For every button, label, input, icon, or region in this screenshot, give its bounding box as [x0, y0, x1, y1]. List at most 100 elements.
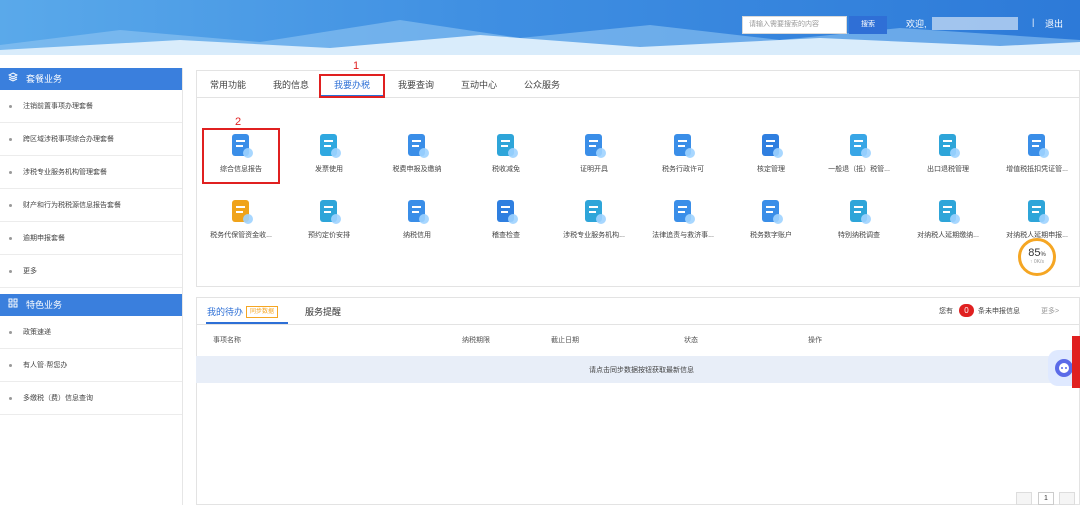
function-item[interactable]: 特别纳税调查 [818, 198, 900, 240]
investigation-icon [845, 198, 873, 226]
function-item[interactable]: 纳税信用 [376, 198, 458, 240]
function-item[interactable]: 对纳税人延期申报... [996, 198, 1078, 240]
unfiled-count-badge: 0 [959, 304, 974, 317]
sidebar-item[interactable]: 有人管·帮您办 [0, 349, 182, 382]
function-item[interactable]: 涉税专业服务机构... [553, 198, 635, 240]
function-panel [196, 70, 1080, 287]
sidebar-item[interactable]: 逾期申报套餐 [0, 222, 182, 255]
sync-data-button[interactable]: 同步数据 [246, 306, 279, 318]
next-page-button[interactable] [1059, 492, 1075, 505]
sidebar-item[interactable]: 多缴税（费）信息查询 [0, 382, 182, 415]
function-item[interactable]: 发票使用 [288, 132, 370, 174]
sidebar-item[interactable]: 财产和行为税税源信息报告套餐 [0, 189, 182, 222]
notice-prefix: 您有 [939, 308, 953, 315]
search-button[interactable]: 搜索 [849, 16, 887, 34]
page-number[interactable]: 1 [1038, 492, 1054, 505]
function-label: 税务行政许可 [662, 166, 704, 173]
welcome-text: 欢迎, [906, 19, 927, 29]
function-label: 综合信息报告 [220, 166, 262, 173]
tab-my-todo[interactable]: 我的待办 [207, 305, 243, 318]
function-item[interactable]: 一般退（抵）税管... [818, 132, 900, 174]
bullet-icon [9, 203, 12, 207]
column-header: 状态 [684, 337, 698, 344]
function-item[interactable]: 税务行政许可 [642, 132, 724, 174]
sidebar-item[interactable]: 涉税专业服务机构管理套餐 [0, 156, 182, 189]
speed-value: ↑ 0K/s [1030, 259, 1044, 265]
speed-percent-unit: % [1040, 252, 1046, 258]
section-special-header[interactable]: 特色业务 [0, 294, 182, 316]
todo-tabs-divider [196, 324, 1080, 325]
tab-my-info[interactable]: 我的信息 [273, 78, 309, 91]
function-item[interactable]: 核定管理 [730, 132, 812, 174]
tab-interaction[interactable]: 互动中心 [461, 78, 497, 91]
function-label: 预约定价安排 [308, 232, 350, 239]
credit-icon [403, 198, 431, 226]
reduction-icon [492, 132, 520, 160]
column-header: 截止日期 [551, 337, 579, 344]
function-item[interactable]: 税务代保管资金收... [200, 198, 282, 240]
function-item[interactable]: 预约定价安排 [288, 198, 370, 240]
function-item[interactable]: 法律追责与救济事... [642, 198, 724, 240]
function-item[interactable]: 税收减免 [465, 132, 547, 174]
section-package-header[interactable]: 套餐业务 [0, 68, 182, 90]
sidebar-item-label: 政策速递 [23, 329, 51, 336]
tab-service-remind[interactable]: 服务提醒 [305, 305, 341, 318]
prev-page-button[interactable] [1016, 492, 1032, 505]
function-label: 发票使用 [315, 166, 343, 173]
agency-icon [580, 198, 608, 226]
header-banner: 请输入需要搜索的内容 搜索 欢迎, | 退出 [0, 0, 1080, 55]
function-item[interactable]: 稽查检查 [465, 198, 547, 240]
bullet-icon [9, 236, 12, 240]
sidebar-item[interactable]: 跨区域涉税事项综合办理套餐 [0, 123, 182, 156]
bullet-icon [9, 104, 12, 108]
sidebar-item-label: 涉税专业服务机构管理套餐 [23, 169, 107, 176]
sidebar-item[interactable]: 注销前置事项办理套餐 [0, 90, 182, 123]
digital-account-icon [757, 198, 785, 226]
permit-icon [669, 132, 697, 160]
function-label: 核定管理 [757, 166, 785, 173]
sidebar-item-label: 更多 [23, 268, 37, 275]
function-label: 法律追责与救济事... [652, 232, 714, 239]
side-ribbon[interactable] [1072, 336, 1080, 388]
invoice-icon [315, 132, 343, 160]
bullet-icon [9, 269, 12, 273]
notice-suffix: 条未申报信息 [978, 308, 1020, 315]
tax-payment-icon [403, 132, 431, 160]
sidebar-item[interactable]: 更多 [0, 255, 182, 288]
function-label: 增值税抵扣凭证管... [1006, 166, 1068, 173]
function-item[interactable]: 税务数字账户 [730, 198, 812, 240]
function-item[interactable]: 税费申报及缴纳 [376, 132, 458, 174]
delay-filing-icon [1023, 198, 1051, 226]
pricing-icon [315, 198, 343, 226]
function-item[interactable]: 对纳税人延期缴纳... [907, 198, 989, 240]
annotation-number-1: 1 [353, 60, 360, 72]
logout-link[interactable]: 退出 [1045, 17, 1063, 30]
function-item[interactable]: 增值税抵扣凭证管... [996, 132, 1078, 174]
tab-query[interactable]: 我要查询 [398, 78, 434, 91]
more-link[interactable]: 更多> [1041, 306, 1059, 316]
search-input[interactable]: 请输入需要搜索的内容 [742, 16, 847, 34]
function-label: 税收减免 [492, 166, 520, 173]
doc-icon [227, 132, 255, 160]
legal-icon [669, 198, 697, 226]
empty-message: 请点击同步数据按钮获取最新信息 [589, 367, 694, 374]
function-label: 稽查检查 [492, 232, 520, 239]
tab-public-service[interactable]: 公众服务 [524, 78, 560, 91]
function-label: 涉税专业服务机构... [563, 232, 625, 239]
function-label: 纳税信用 [403, 232, 431, 239]
bullet-icon [9, 396, 12, 400]
sidebar-item[interactable]: 政策速递 [0, 316, 182, 349]
sidebar-item-label: 有人管·帮您办 [23, 362, 68, 369]
function-item[interactable]: 出口退税管理 [907, 132, 989, 174]
speed-badge: 85% ↑ 0K/s [1018, 238, 1056, 276]
tab-common[interactable]: 常用功能 [210, 78, 246, 91]
function-label: 对纳税人延期缴纳... [917, 232, 979, 239]
certificate-icon [580, 132, 608, 160]
column-header: 操作 [808, 337, 822, 344]
function-item[interactable]: 综合信息报告 [200, 132, 282, 174]
sidebar-item-label: 注销前置事项办理套餐 [23, 103, 93, 110]
sidebar-item-label: 跨区域涉税事项综合办理套餐 [23, 136, 114, 143]
function-item[interactable]: 证明开具 [553, 132, 635, 174]
sidebar-item-label: 逾期申报套餐 [23, 235, 65, 242]
section-package-title: 套餐业务 [26, 74, 63, 84]
